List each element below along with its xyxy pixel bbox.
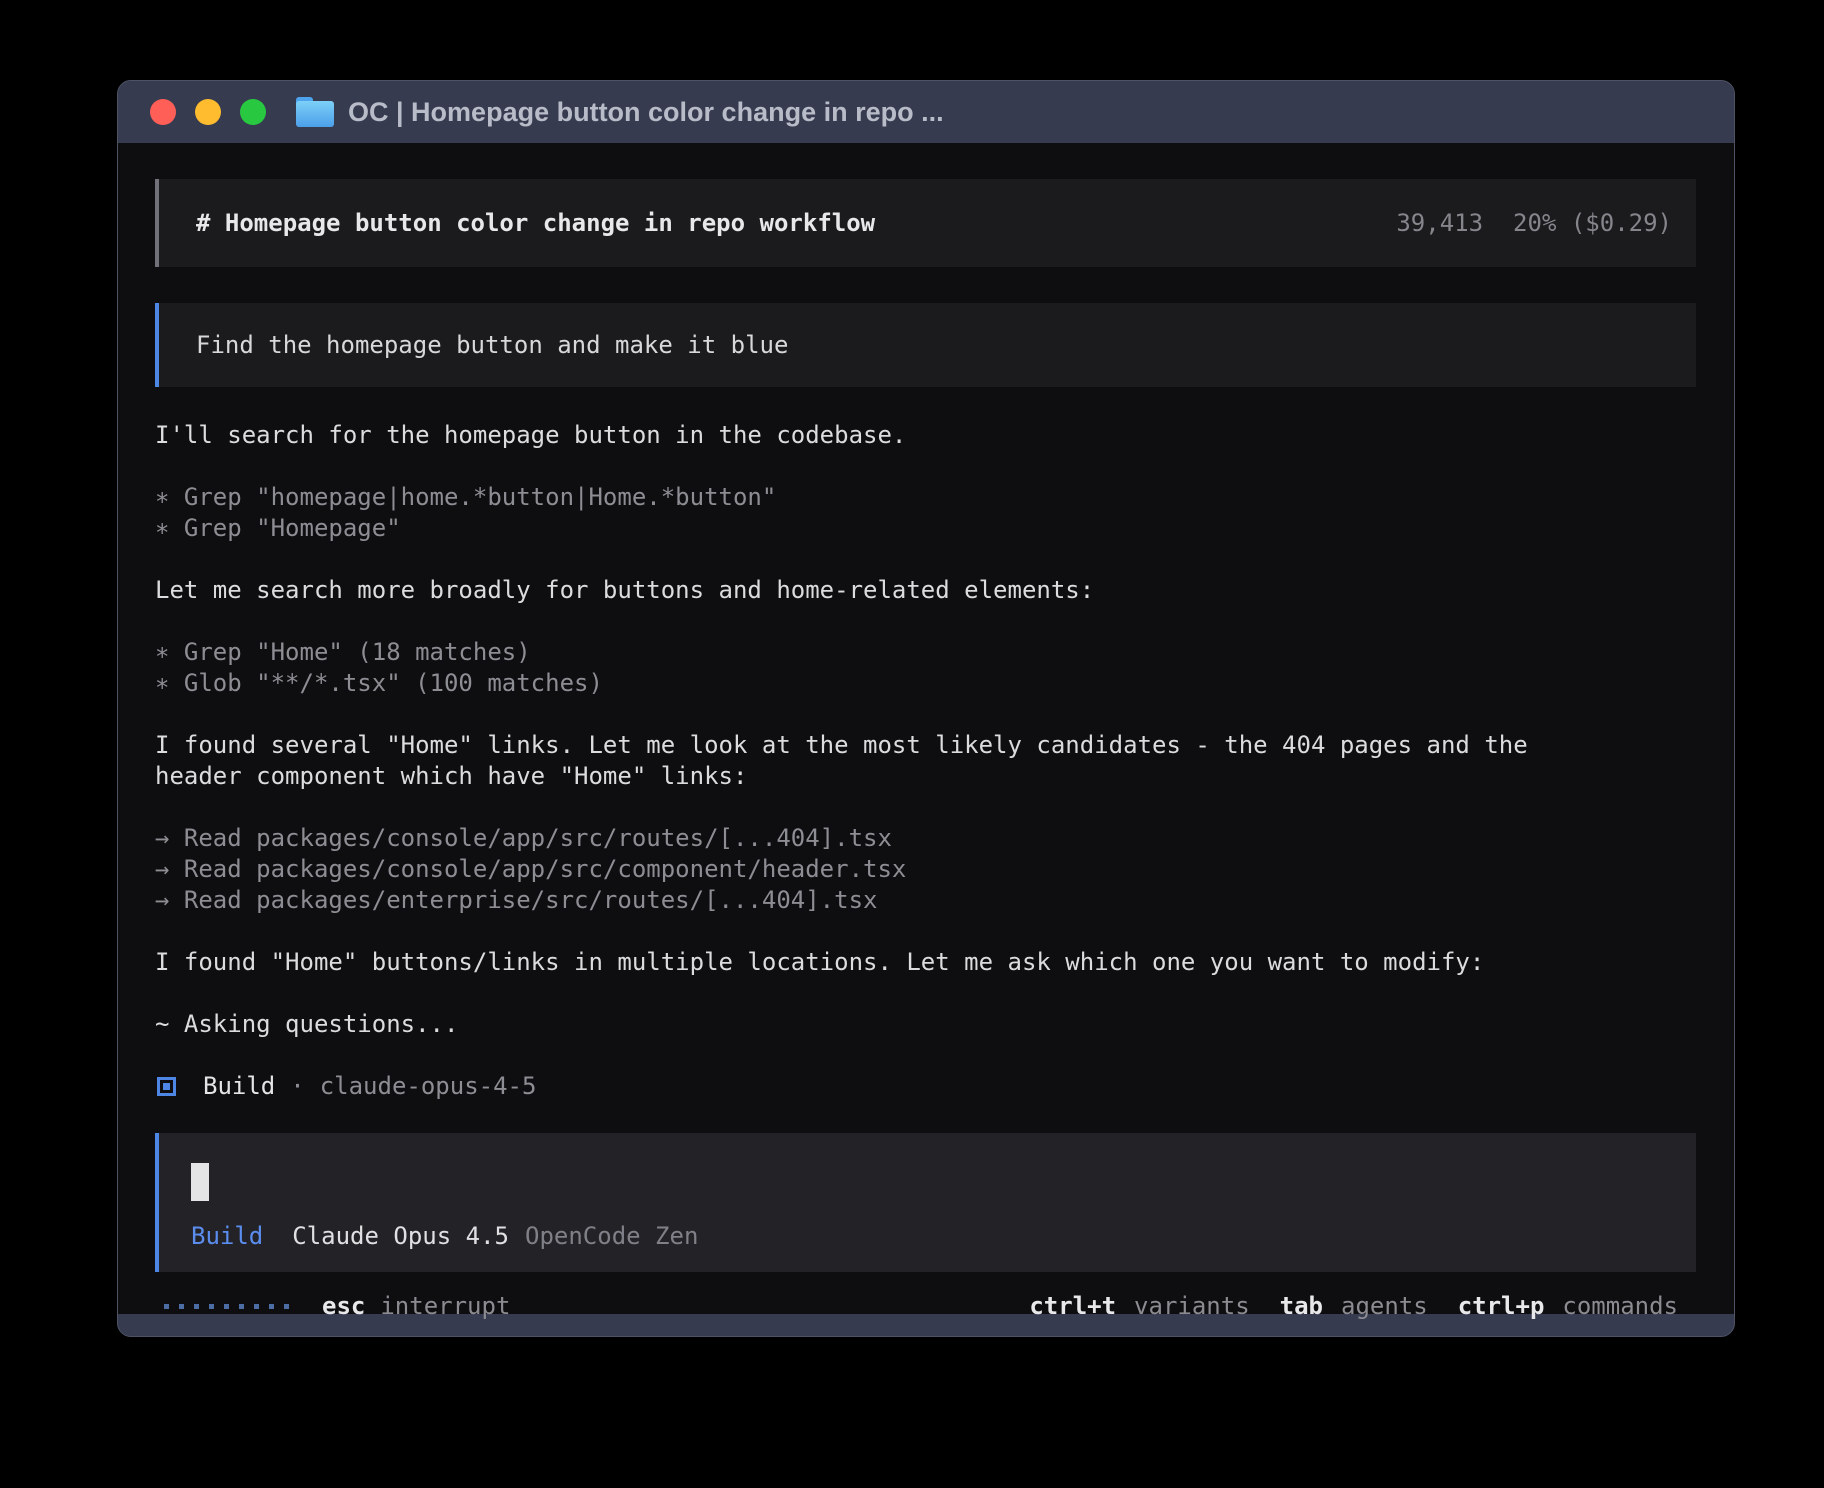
shortcut-tab: tab xyxy=(1280,1291,1323,1322)
session-title: # Homepage button color change in repo w… xyxy=(196,208,875,239)
agent-square-icon xyxy=(157,1077,176,1096)
statusbar-right: ctrl+t variants tab agents ctrl+p comman… xyxy=(1029,1291,1678,1322)
assistant-text: I found "Home" buttons/links in multiple… xyxy=(155,947,1696,978)
model-provider-label: OpenCode Zen xyxy=(525,1221,698,1252)
assistant-text: Let me search more broadly for buttons a… xyxy=(155,575,1696,606)
prompt-input[interactable]: Build Claude Opus 4.5 OpenCode Zen xyxy=(155,1133,1696,1272)
token-count: 39,413 xyxy=(1396,208,1483,239)
shortcut-ctrl-t: ctrl+t xyxy=(1029,1291,1116,1322)
traffic-lights xyxy=(150,99,266,125)
mode-label[interactable]: Build xyxy=(191,1221,263,1252)
context-cost: 20% ($0.29) xyxy=(1513,208,1672,239)
tool-call-grep: ∗ Grep "Home" (18 matches) xyxy=(155,637,1696,668)
close-button[interactable] xyxy=(150,99,176,125)
shortcut-ctrl-p: ctrl+p xyxy=(1458,1291,1545,1322)
titlebar[interactable]: OC | Homepage button color change in rep… xyxy=(118,81,1734,143)
terminal-window: OC | Homepage button color change in rep… xyxy=(117,80,1735,1337)
session-header: # Homepage button color change in repo w… xyxy=(155,179,1696,267)
user-message-text: Find the homepage button and make it blu… xyxy=(196,330,788,361)
shortcut-esc: esc xyxy=(322,1291,365,1322)
window-title: OC | Homepage button color change in rep… xyxy=(348,97,944,128)
tool-call-read: → Read packages/enterprise/src/routes/[.… xyxy=(155,885,1696,916)
agent-status-line: Build · claude-opus-4-5 xyxy=(155,1071,1696,1102)
text-cursor[interactable] xyxy=(191,1163,209,1201)
shortcut-ctrl-t-label: variants xyxy=(1134,1291,1250,1322)
agent-separator: · xyxy=(290,1071,304,1102)
tool-call-grep: ∗ Grep "Homepage" xyxy=(155,513,1696,544)
user-message: Find the homepage button and make it blu… xyxy=(155,303,1696,387)
assistant-text: I'll search for the homepage button in t… xyxy=(155,420,1696,451)
shortcut-esc-label: interrupt xyxy=(380,1291,510,1322)
spinner-dots-icon xyxy=(164,1304,289,1309)
minimize-button[interactable] xyxy=(195,99,221,125)
tool-call-glob: ∗ Glob "**/*.tsx" (100 matches) xyxy=(155,668,1696,699)
agent-name: Build xyxy=(203,1071,275,1102)
model-row: Build Claude Opus 4.5 OpenCode Zen xyxy=(191,1221,1656,1252)
assistant-status-text: ~ Asking questions... xyxy=(155,1009,1696,1040)
tool-call-grep: ∗ Grep "homepage|home.*button|Home.*butt… xyxy=(155,482,1696,513)
assistant-text: header component which have "Home" links… xyxy=(155,761,1696,792)
statusbar-left: esc interrupt xyxy=(164,1291,510,1322)
model-name-label: Claude Opus 4.5 xyxy=(292,1221,509,1252)
zoom-button[interactable] xyxy=(240,99,266,125)
shortcut-ctrl-p-label: commands xyxy=(1562,1291,1678,1322)
agent-model: claude-opus-4-5 xyxy=(320,1071,537,1102)
transcript: I'll search for the homepage button in t… xyxy=(155,420,1696,1102)
tool-call-read: → Read packages/console/app/src/routes/[… xyxy=(155,823,1696,854)
shortcut-tab-label: agents xyxy=(1341,1291,1428,1322)
terminal-content: # Homepage button color change in repo w… xyxy=(118,143,1734,1314)
tool-call-read: → Read packages/console/app/src/componen… xyxy=(155,854,1696,885)
session-stats: 39,413 20% ($0.29) xyxy=(1396,208,1672,239)
assistant-text: I found several "Home" links. Let me loo… xyxy=(155,730,1696,761)
folder-icon xyxy=(296,97,334,127)
status-bar: esc interrupt ctrl+t variants tab agents… xyxy=(155,1291,1696,1322)
